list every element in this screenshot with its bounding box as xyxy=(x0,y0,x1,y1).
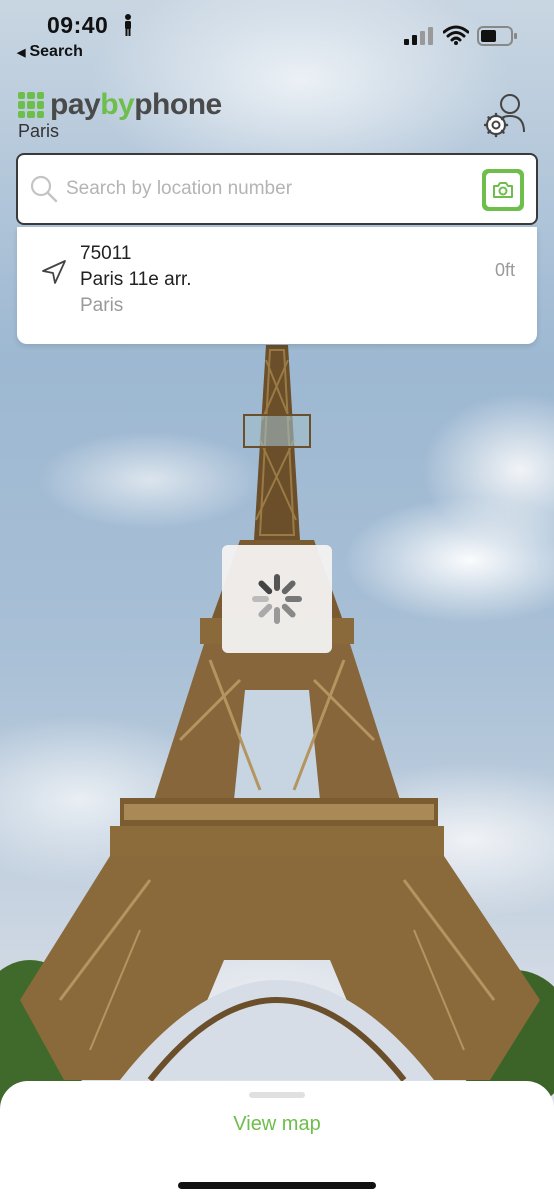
sheet-drag-handle[interactable] xyxy=(249,1092,305,1098)
battery-icon xyxy=(477,26,517,46)
suggestion-location-name: Paris 11e arr. xyxy=(80,269,192,290)
back-link-label: Search xyxy=(29,43,83,60)
suggestion-city: Paris xyxy=(80,295,124,316)
suggestion-location-code: 75011 xyxy=(80,243,132,264)
person-icon xyxy=(125,14,131,36)
status-bar: 09:40 ◀ Search xyxy=(0,0,554,72)
suggestion-distance: 0ft xyxy=(494,260,515,280)
cellular-signal-icon xyxy=(404,27,433,45)
spinner-icon xyxy=(252,574,302,624)
location-suggestion-item[interactable]: 75011 Paris 11e arr. Paris 0ft xyxy=(17,227,537,344)
logo-grid-icon xyxy=(18,92,44,118)
logo-wordmark: paybyphone xyxy=(50,88,222,121)
location-arrow-icon xyxy=(42,260,66,284)
wifi-icon xyxy=(443,25,469,45)
current-city: Paris xyxy=(18,121,60,141)
back-to-search-link[interactable]: ◀ Search xyxy=(17,43,83,61)
search-box xyxy=(16,153,538,225)
view-map-button[interactable]: View map xyxy=(0,1113,554,1136)
status-time: 09:40 xyxy=(47,12,109,38)
back-arrow-icon: ◀ xyxy=(17,46,26,59)
search-icon xyxy=(30,175,58,203)
camera-icon xyxy=(493,182,513,198)
search-input[interactable] xyxy=(66,169,476,209)
account-settings-button[interactable] xyxy=(484,92,528,140)
camera-scan-button[interactable] xyxy=(482,169,524,211)
paybyphone-logo: paybyphone xyxy=(18,88,222,122)
bottom-sheet: View map xyxy=(0,1081,554,1200)
home-indicator[interactable] xyxy=(178,1182,376,1189)
loading-spinner xyxy=(222,545,332,653)
